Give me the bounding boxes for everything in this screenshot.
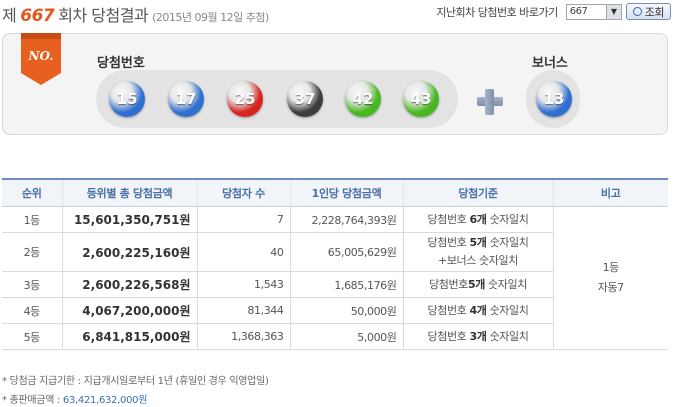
criteria-text: 숫자일치: [486, 329, 529, 343]
payout-deadline-note: * 당첨금 지급기한 : 지급개시일로부터 1년 (휴일인 경우 익영업일): [2, 376, 269, 387]
column-header: 순위: [2, 178, 62, 207]
draw-date: (2015년 09월 12일 추첨): [152, 11, 269, 24]
criteria-cell: 당첨번호5개 숫자일치: [402, 271, 553, 298]
note-cell: 1등자동7: [552, 206, 668, 350]
winners-cell: 7: [196, 206, 290, 233]
draw-number: 667: [20, 6, 55, 26]
bonus-ball: 13: [536, 81, 572, 117]
winners-cell: 81,344: [196, 297, 290, 324]
column-header: 1인당 당첨금액: [289, 178, 403, 207]
criteria-cell: 당첨번호 4개 숫자일치: [402, 297, 553, 324]
table-header-row: 순위 등위별 총 당첨금액 당첨자 수 1인당 당첨금액 당첨기준 비고: [2, 178, 668, 207]
criteria-count: 4개: [469, 303, 487, 317]
rank-cell: 4등: [2, 297, 62, 324]
number-ball-value: 15: [116, 90, 138, 108]
winning-numbers-label: 당첨번호: [97, 56, 145, 71]
search-button[interactable]: 조회: [625, 3, 671, 20]
total-sales-note: * 총판매금액 : 63,421,632,000원: [2, 391, 147, 406]
plus-icon: [477, 89, 503, 115]
winners-cell: 40: [196, 232, 290, 272]
criteria-text: 당첨번호: [427, 212, 470, 226]
number-ball: 43: [403, 81, 439, 117]
total-prize-cell: 2,600,226,568원: [61, 271, 197, 298]
table-row: 1등 15,601,350,751원 7 2,228,764,393원 당첨번호…: [2, 206, 668, 350]
search-button-label: 조회: [644, 5, 665, 19]
criteria-text: 당첨번호: [429, 277, 468, 291]
note-rank: 1등: [602, 261, 620, 274]
jump-label: 지난회차 당첨번호 바로가기: [436, 5, 558, 19]
winners-cell: 1,368,363: [196, 323, 290, 350]
number-ball: 15: [109, 81, 145, 117]
criteria-cell: 당첨번호 3개 숫자일치: [402, 323, 553, 350]
per-winner-cell: 1,685,176원: [289, 271, 403, 298]
search-icon: [632, 7, 642, 16]
bonus-label: 보너스: [532, 56, 568, 71]
number-ball-value: 37: [294, 90, 316, 108]
rank-cell: 2등: [2, 232, 62, 272]
per-winner-cell: 5,000원: [289, 323, 403, 350]
criteria-text: 당첨번호: [427, 236, 470, 249]
per-winner-cell: 50,000원: [289, 297, 403, 324]
bonus-ball-value: 13: [543, 90, 565, 108]
criteria-text: 당첨번호: [427, 329, 470, 343]
title-prefix: 제: [2, 6, 17, 25]
number-ball-value: 43: [410, 90, 432, 108]
prize-table: 순위 등위별 총 당첨금액 당첨자 수 1인당 당첨금액 당첨기준 비고 1등 …: [2, 178, 668, 350]
chevron-down-icon[interactable]: ▼: [605, 4, 621, 19]
number-ball: 37: [287, 81, 323, 117]
column-header: 당첨자 수: [196, 178, 290, 207]
no-badge-icon: NO.: [21, 33, 61, 85]
number-ball-value: 17: [175, 90, 197, 108]
criteria-bonus-text: +보너스 숫자일치: [438, 254, 518, 267]
draw-jump: 지난회차 당첨번호 바로가기 667 ▼ 조회: [436, 3, 671, 20]
total-prize-cell: 2,600,225,160원: [61, 232, 197, 272]
rank-cell: 5등: [2, 323, 62, 350]
draw-select[interactable]: 667 ▼: [565, 3, 622, 20]
number-ball-value: 25: [234, 90, 256, 108]
winning-numbers-panel: NO. 당첨번호 보너스 15 17 25 37 42 43 13: [2, 33, 668, 135]
note-auto: 자동7: [597, 281, 624, 294]
criteria-cell: 당첨번호 5개 숫자일치 +보너스 숫자일치: [402, 232, 553, 272]
per-winner-cell: 65,005,629원: [289, 232, 403, 272]
title-suffix: 회차 당첨결과: [58, 6, 149, 25]
total-prize-cell: 15,601,350,751원: [61, 206, 197, 233]
total-sales-label: * 총판매금액 :: [2, 395, 63, 406]
draw-select-value: 667: [569, 6, 588, 17]
number-ball-value: 42: [352, 90, 374, 108]
number-ball: 25: [227, 81, 263, 117]
total-sales-amount: 63,421,632,000원: [62, 395, 148, 406]
criteria-count: 6개: [469, 212, 487, 226]
total-prize-cell: 6,841,815,000원: [61, 323, 197, 350]
winners-cell: 1,543: [196, 271, 290, 298]
criteria-text: 숫자일치: [486, 303, 529, 317]
per-winner-cell: 2,228,764,393원: [289, 206, 403, 233]
total-prize-cell: 4,067,200,000원: [61, 297, 197, 324]
header: 제 667 회차 당첨결과 (2015년 09월 12일 추첨) 지난회차 당첨번호 …: [0, 0, 673, 26]
criteria-count: 3개: [469, 329, 487, 343]
criteria-text: 당첨번호: [427, 303, 470, 317]
column-header: 비고: [552, 178, 668, 207]
column-header: 당첨기준: [402, 178, 553, 207]
rank-cell: 3등: [2, 271, 62, 298]
criteria-text: 숫자일치: [484, 277, 527, 291]
column-header: 등위별 총 당첨금액: [61, 178, 197, 207]
criteria-text: 숫자일치: [486, 212, 529, 226]
number-ball: 42: [345, 81, 381, 117]
no-badge-text: NO.: [28, 49, 54, 63]
criteria-count: 5개: [469, 236, 487, 249]
rank-cell: 1등: [2, 206, 62, 233]
criteria-cell: 당첨번호 6개 숫자일치: [402, 206, 553, 233]
number-ball: 17: [168, 81, 204, 117]
page-title: 제 667 회차 당첨결과 (2015년 09월 12일 추첨): [2, 2, 269, 26]
criteria-text: 숫자일치: [486, 236, 529, 249]
criteria-count: 5개: [467, 277, 485, 291]
